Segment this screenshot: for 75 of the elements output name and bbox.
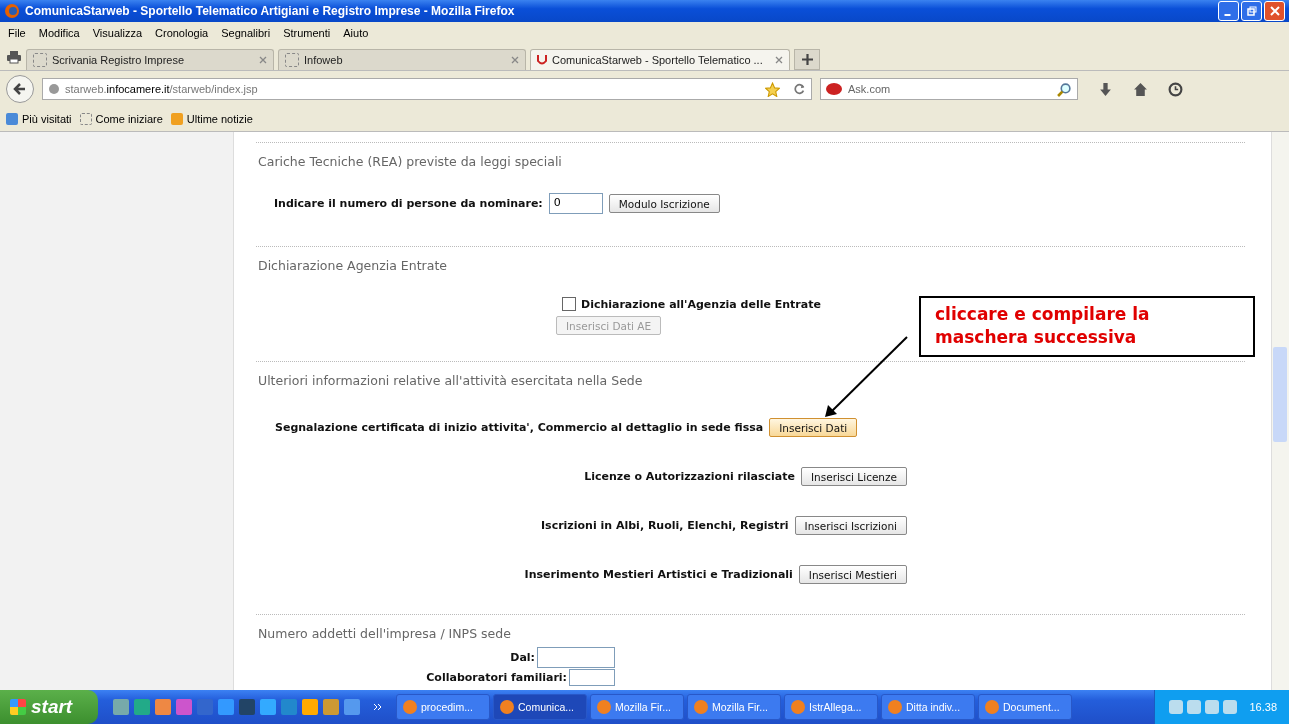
back-button[interactable] [6, 75, 34, 103]
search-engine-icon[interactable] [826, 83, 842, 95]
restore-icon [1246, 6, 1257, 16]
field-label: Collaboratori familiari: [426, 671, 567, 684]
form-button[interactable]: Inserisci Licenze [800, 467, 907, 486]
menu-item[interactable]: Strumenti [283, 27, 331, 39]
download-icon[interactable] [1098, 81, 1113, 97]
back-arrow-icon [13, 82, 27, 96]
bookmark-item[interactable]: Come iniziare [79, 113, 163, 125]
tab-label: Infoweb [304, 54, 343, 66]
menu-item[interactable]: Cronologia [155, 27, 209, 39]
form-button[interactable]: Inserisci Mestieri [798, 565, 907, 584]
section-title: Dichiarazione Agenzia Entrate [257, 257, 448, 273]
taskbar-button[interactable]: IstrAllega... [784, 694, 878, 720]
restore-button[interactable] [1241, 1, 1262, 21]
firefox-icon [4, 3, 20, 19]
scrollbar[interactable] [1271, 132, 1289, 690]
shield-icon [537, 54, 547, 66]
menu-item[interactable]: Segnalibri [221, 27, 271, 39]
close-icon[interactable] [259, 56, 267, 64]
field-label: Segnalazione certificata di inizio attivita', Commercio al dettaglio in sede fissa [275, 421, 764, 434]
section-title: Ulteriori informazioni relative all'attività esercitata nella Sede [257, 372, 644, 388]
browser-tab[interactable]: Scrivania Registro Imprese [26, 49, 274, 70]
close-icon [1269, 6, 1280, 16]
home-icon[interactable] [1133, 81, 1148, 97]
text-input[interactable] [537, 647, 615, 668]
browser-tab[interactable]: ComunicaStarweb - Sportello Telematico ... [530, 49, 790, 70]
section-title: Numero addetti dell'impresa / INPS sede [257, 625, 512, 641]
taskbar-button[interactable]: Comunica... [493, 694, 587, 720]
number-input[interactable]: 0 [548, 193, 603, 214]
window-title: ComunicaStarweb - Sportello Telematico Artigiani e Registro Imprese - Mozilla Firefox [25, 4, 516, 18]
minimize-icon [1223, 14, 1231, 16]
close-icon[interactable] [775, 56, 783, 64]
plus-icon [801, 54, 813, 65]
tab-label: ComunicaStarweb - Sportello Telematico ... [552, 54, 763, 66]
callout-box: cliccare e compilare la maschera successiva [919, 296, 1255, 357]
form-button[interactable]: Inserisci Dati [769, 418, 858, 437]
reload-icon[interactable] [794, 83, 806, 95]
address-bar[interactable]: starweb.infocamere.it/starweb/index.jsp [42, 78, 812, 100]
bookmark-item[interactable]: Ultime notizie [170, 113, 253, 125]
search-icon[interactable] [1057, 81, 1072, 97]
chevron-icon[interactable] [373, 703, 383, 711]
taskbar-button[interactable]: Ditta indiv... [881, 694, 975, 720]
section-title: Cariche Tecniche (REA) previste da leggi speciali [257, 153, 563, 169]
form-button[interactable]: Inserisci Iscrizioni [794, 516, 907, 535]
clock-icon[interactable] [1168, 81, 1183, 97]
taskbar-button[interactable]: procedim... [396, 694, 490, 720]
system-tray: 16.38 [1154, 690, 1289, 724]
browser-tab[interactable]: Infoweb [278, 49, 526, 70]
field-label: Iscrizioni in Albi, Ruoli, Elenchi, Registri [541, 519, 789, 532]
taskbar-button[interactable]: Mozilla Fir... [590, 694, 684, 720]
printer-icon[interactable] [6, 50, 22, 64]
placeholder-icon [33, 53, 47, 67]
field-label: Inserimento Mestieri Artistici e Tradizionali [524, 568, 793, 581]
form-button[interactable]: Modulo Iscrizione [608, 194, 720, 213]
star-icon[interactable] [765, 81, 780, 97]
menu-item[interactable]: File [8, 27, 26, 39]
search-field[interactable]: Ask.com [820, 78, 1078, 100]
placeholder-icon [285, 53, 299, 67]
taskbar-button[interactable]: Mozilla Fir... [687, 694, 781, 720]
taskbar-button[interactable]: Document... [978, 694, 1072, 720]
field-label: Licenze o Autorizzazioni rilasciate [584, 470, 795, 483]
close-icon[interactable] [511, 56, 519, 64]
field-label: Dal: [510, 651, 535, 664]
menu-item[interactable]: Visualizza [92, 27, 143, 39]
menu-item[interactable]: Modifica [38, 27, 80, 39]
field-label: Indicare il numero di persone da nominare: [274, 197, 543, 210]
close-button[interactable] [1264, 1, 1285, 21]
checkbox-label: Dichiarazione all'Agenzia delle Entrate [581, 297, 821, 311]
tab-label: Scrivania Registro Imprese [52, 54, 185, 66]
new-tab-button[interactable] [794, 49, 820, 70]
text-input[interactable] [569, 669, 615, 686]
menu-item[interactable]: Aiuto [343, 27, 369, 39]
minimize-button[interactable] [1218, 1, 1239, 21]
bookmark-item[interactable]: Più visitati [6, 113, 72, 125]
